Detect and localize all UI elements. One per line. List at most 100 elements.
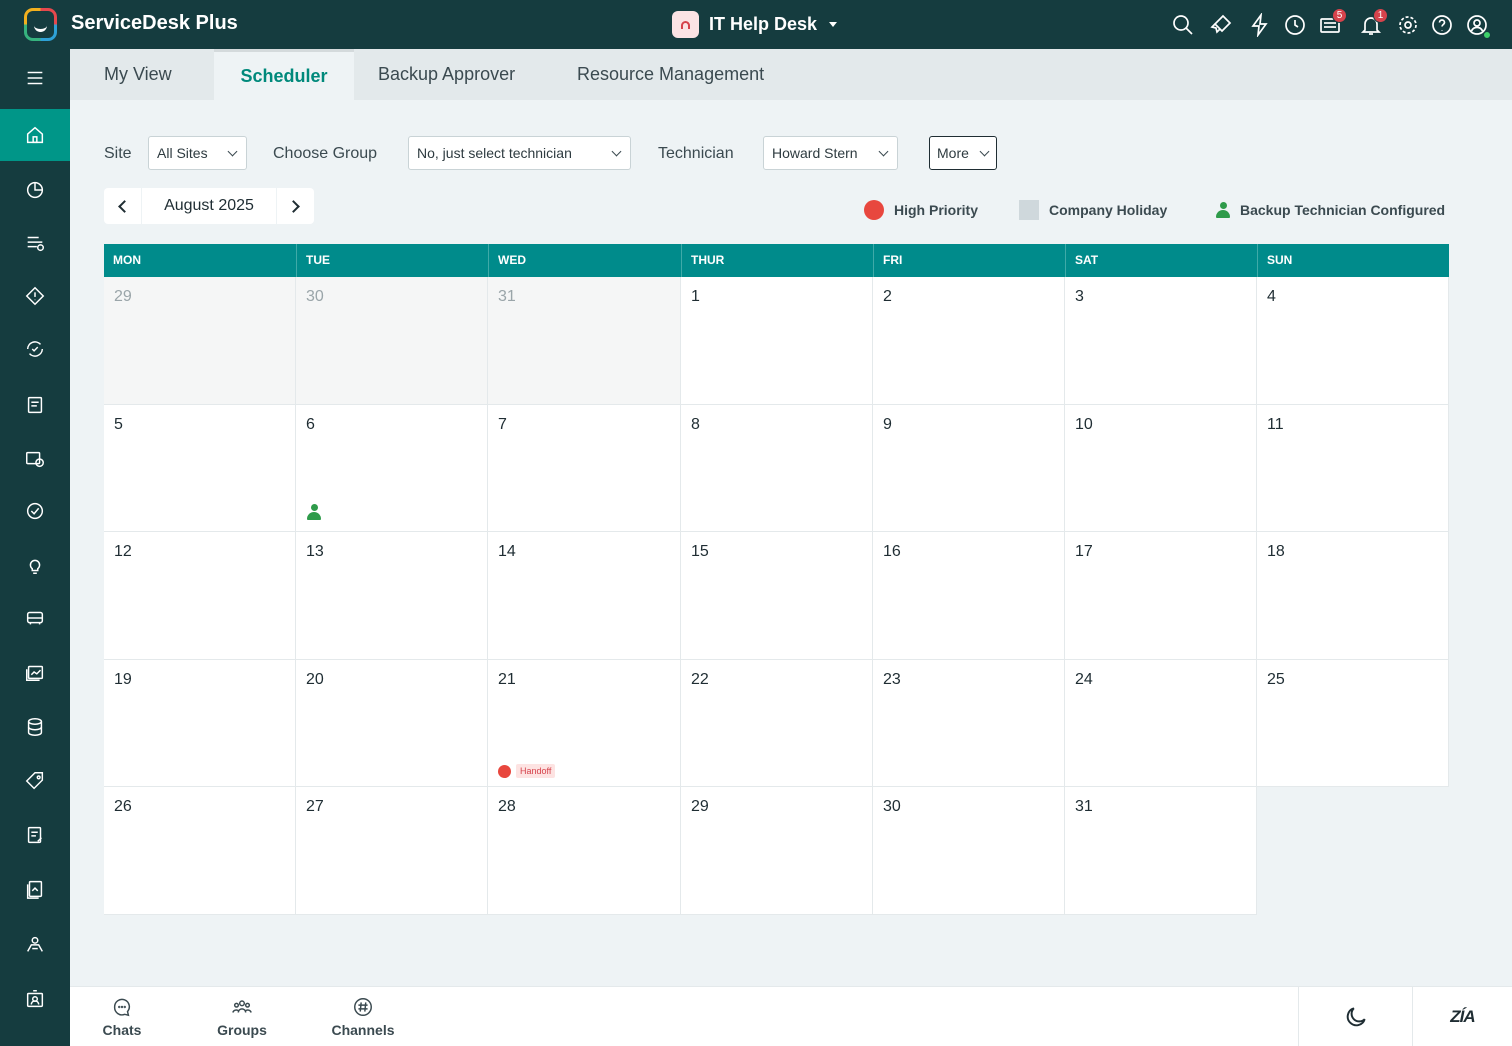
weekday-header: TUE xyxy=(296,244,488,277)
calendar-day-cell[interactable]: 12 xyxy=(104,532,296,660)
chevron-down-icon xyxy=(611,146,622,156)
calendar-day-cell[interactable]: 9 xyxy=(873,405,1065,532)
help-icon[interactable] xyxy=(1427,10,1457,40)
calendar-day-cell[interactable]: 30 xyxy=(873,787,1065,915)
calendar-day-cell[interactable]: 14 xyxy=(488,532,681,660)
calendar-day-cell[interactable]: 31 xyxy=(1065,787,1257,915)
lightning-icon[interactable] xyxy=(1245,10,1275,40)
backup-technician-icon[interactable] xyxy=(307,504,321,520)
calendar-day-cell[interactable]: 5 xyxy=(104,405,296,532)
tag-icon[interactable] xyxy=(0,755,70,807)
channels-button[interactable]: Channels xyxy=(330,987,396,1046)
changes-icon[interactable] xyxy=(0,323,70,375)
calendar-day-cell[interactable]: 28 xyxy=(488,787,681,915)
tab-scheduler[interactable]: Scheduler xyxy=(214,49,354,100)
reports-icon[interactable] xyxy=(0,863,70,915)
calendar-day-cell[interactable]: 17 xyxy=(1065,532,1257,660)
technician-label: Technician xyxy=(658,145,734,162)
calendar-day-cell[interactable]: 31 xyxy=(488,277,681,405)
app-logo[interactable] xyxy=(24,8,57,41)
announcements-badge: 5 xyxy=(1332,8,1347,23)
calendar-day-number: 26 xyxy=(114,798,132,815)
cmdb-icon[interactable] xyxy=(0,701,70,753)
projects-icon[interactable] xyxy=(0,379,70,431)
hashtag-icon xyxy=(354,998,372,1016)
solutions-icon[interactable] xyxy=(0,539,70,591)
zia-button[interactable]: ZÍA xyxy=(1412,987,1512,1046)
calendar-day-number: 27 xyxy=(306,798,324,815)
calendar-day-cell[interactable]: 2 xyxy=(873,277,1065,405)
problems-icon[interactable] xyxy=(0,270,70,322)
chats-button[interactable]: Chats xyxy=(101,987,143,1046)
calendar-day-cell[interactable]: 1 xyxy=(681,277,873,405)
dark-mode-toggle[interactable] xyxy=(1298,987,1412,1046)
groups-button[interactable]: Groups xyxy=(216,987,268,1046)
assets-icon[interactable] xyxy=(0,592,70,644)
calendar-day-cell[interactable]: 18 xyxy=(1257,532,1449,660)
history-icon[interactable] xyxy=(1280,10,1310,40)
more-button[interactable]: More xyxy=(929,136,997,170)
caret-down-icon xyxy=(829,22,838,27)
calendar-day-cell[interactable]: 26 xyxy=(104,787,296,915)
maintenance-icon[interactable] xyxy=(0,918,70,970)
bottom-bar: Chats Groups Channels ZÍA xyxy=(70,986,1512,1046)
group-select[interactable]: No, just select technician xyxy=(408,136,631,170)
requests-icon[interactable] xyxy=(0,217,70,269)
calendar-day-cell[interactable]: 16 xyxy=(873,532,1065,660)
technician-select[interactable]: Howard Stern xyxy=(763,136,898,170)
contracts-icon[interactable] xyxy=(0,809,70,861)
gear-icon[interactable] xyxy=(1393,10,1423,40)
home-icon[interactable] xyxy=(0,109,70,161)
legend-company-holiday: Company Holiday xyxy=(1019,200,1167,220)
bell-icon[interactable]: 1 xyxy=(1356,8,1388,40)
calendar-day-cell[interactable]: 29 xyxy=(681,787,873,915)
weekday-header: SAT xyxy=(1065,244,1257,277)
calendar-day-cell[interactable]: 24 xyxy=(1065,660,1257,787)
tab-backup-approver[interactable]: Backup Approver xyxy=(378,49,515,100)
notifications-badge: 1 xyxy=(1373,8,1388,23)
admin-icon[interactable] xyxy=(0,973,70,1025)
calendar-day-cell[interactable]: 8 xyxy=(681,405,873,532)
rocket-icon[interactable] xyxy=(1206,10,1236,40)
calendar-day-cell[interactable]: 30 xyxy=(296,277,488,405)
site-select[interactable]: All Sites xyxy=(148,136,247,170)
calendar-day-cell[interactable]: 21 Handoff xyxy=(488,660,681,787)
weekday-header: WED xyxy=(488,244,681,277)
app-title: ServiceDesk Plus xyxy=(71,12,238,34)
tab-resource-management[interactable]: Resource Management xyxy=(577,49,764,100)
user-profile-icon[interactable] xyxy=(1462,10,1492,40)
tab-my-view[interactable]: My View xyxy=(104,49,172,100)
calendar-day-cell[interactable]: 27 xyxy=(296,787,488,915)
calendar-day-cell[interactable]: 25 xyxy=(1257,660,1449,787)
releases-icon[interactable] xyxy=(0,433,70,485)
calendar-day-cell[interactable]: 13 xyxy=(296,532,488,660)
announcements-icon[interactable]: 5 xyxy=(1315,8,1347,40)
desk-switcher[interactable]: IT Help Desk xyxy=(672,11,838,38)
calendar-day-cell[interactable]: 15 xyxy=(681,532,873,660)
calendar-day-cell[interactable]: 19 xyxy=(104,660,296,787)
calendar-day-cell[interactable]: 6 xyxy=(296,405,488,532)
menu-icon[interactable] xyxy=(0,52,70,104)
calendar-day-cell[interactable]: 29 xyxy=(104,277,296,405)
high-priority-dot-icon xyxy=(498,764,511,778)
calendar-day-cell[interactable]: 20 xyxy=(296,660,488,787)
calendar-day-cell[interactable]: 4 xyxy=(1257,277,1449,405)
calendar-day-number: 11 xyxy=(1267,416,1284,433)
holiday-square-icon xyxy=(1019,200,1039,220)
calendar-day-cell[interactable]: 3 xyxy=(1065,277,1257,405)
calendar-day-cell[interactable]: 22 xyxy=(681,660,873,787)
calendar-day-cell[interactable]: 23 xyxy=(873,660,1065,787)
calendar-day-number: 19 xyxy=(114,671,132,688)
chat-bubble-icon xyxy=(113,998,131,1017)
calendar-day-number: 15 xyxy=(691,543,709,560)
tasks-icon[interactable] xyxy=(0,485,70,537)
calendar-day-cell[interactable]: 10 xyxy=(1065,405,1257,532)
calendar-day-cell[interactable]: 11 xyxy=(1257,405,1449,532)
search-icon[interactable] xyxy=(1168,10,1198,40)
dashboard-icon[interactable] xyxy=(0,164,70,216)
purchase-icon[interactable] xyxy=(0,646,70,698)
calendar-event[interactable]: Handoff xyxy=(498,764,556,778)
previous-month-button[interactable] xyxy=(104,188,141,224)
calendar-day-cell[interactable]: 7 xyxy=(488,405,681,532)
next-month-button[interactable] xyxy=(277,188,314,224)
